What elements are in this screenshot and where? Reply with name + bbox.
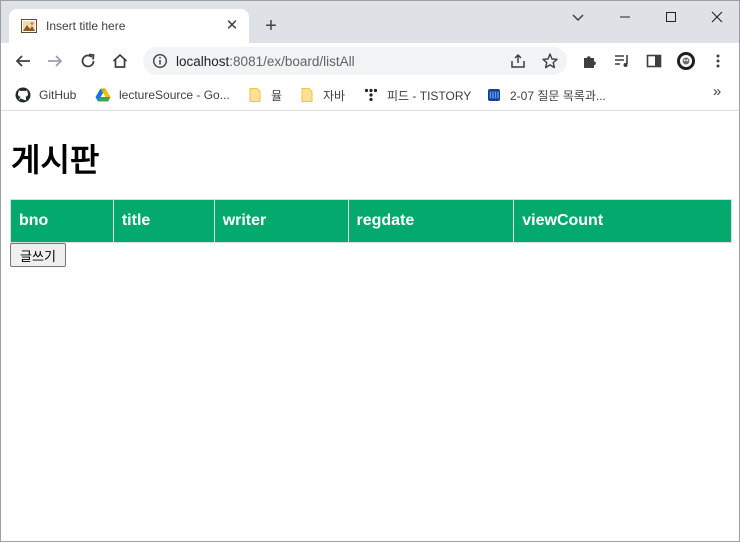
tab-search-chevron-icon[interactable] bbox=[569, 8, 587, 26]
column-header-regdate: regdate bbox=[347, 199, 515, 243]
bookmark-github[interactable]: GitHub bbox=[15, 85, 76, 105]
column-header-writer: writer bbox=[213, 199, 349, 243]
profile-avatar-icon[interactable] bbox=[676, 51, 696, 71]
bookmark-tistory[interactable]: 피드 - TISTORY bbox=[363, 85, 471, 105]
bookmark-lecture-source[interactable]: lectureSource - Go... bbox=[95, 85, 230, 105]
bookmark-label: lectureSource - Go... bbox=[119, 88, 230, 102]
extensions-puzzle-icon[interactable] bbox=[580, 51, 600, 71]
site-info-icon[interactable] bbox=[152, 53, 168, 69]
bookmark-label: 뮬 bbox=[271, 88, 283, 103]
tab-strip: Insert title here ✕ + bbox=[1, 1, 739, 43]
forward-arrow-icon[interactable] bbox=[45, 51, 65, 71]
bookmark-question-list[interactable]: 2-07 질문 목록과... bbox=[486, 85, 606, 105]
page-content: 게시판 bno title writer regdate viewCount 글… bbox=[1, 112, 739, 541]
url-path: :8081/ex/board/listAll bbox=[229, 54, 355, 69]
table-header-row: bno title writer regdate viewCount bbox=[10, 199, 732, 243]
bookmark-folder-java[interactable]: 자바 bbox=[299, 85, 345, 105]
menu-kebab-icon[interactable] bbox=[708, 51, 728, 71]
tab-close-icon[interactable]: ✕ bbox=[224, 18, 240, 34]
column-header-bno: bno bbox=[10, 199, 114, 243]
address-bar[interactable]: localhost:8081/ex/board/listAll bbox=[143, 47, 567, 75]
bookmark-label: 피드 - TISTORY bbox=[387, 88, 472, 103]
browser-toolbar: localhost:8081/ex/board/listAll bbox=[1, 43, 739, 79]
maximize-button[interactable] bbox=[648, 1, 694, 33]
board-table: bno title writer regdate viewCount bbox=[10, 199, 732, 243]
browser-window: Insert title here ✕ + localhost:8081/ex/… bbox=[0, 0, 740, 542]
tistory-icon bbox=[363, 87, 379, 103]
bookmark-star-icon[interactable] bbox=[541, 52, 559, 70]
bookmark-label: GitHub bbox=[39, 88, 77, 102]
column-header-title: title bbox=[112, 199, 215, 243]
bookmarks-overflow-icon[interactable]: » bbox=[709, 83, 725, 103]
column-header-viewcount: viewCount bbox=[513, 199, 732, 243]
home-icon[interactable] bbox=[110, 51, 130, 71]
share-icon[interactable] bbox=[509, 52, 527, 70]
bookmark-label: 2-07 질문 목록과... bbox=[510, 88, 606, 103]
media-control-icon[interactable] bbox=[612, 51, 632, 71]
minimize-button[interactable] bbox=[602, 1, 648, 33]
google-drive-icon bbox=[95, 87, 111, 103]
url-host: localhost bbox=[176, 54, 230, 69]
bookmark-book-icon bbox=[486, 87, 502, 103]
window-close-button[interactable] bbox=[694, 1, 739, 33]
github-icon bbox=[15, 87, 31, 103]
bookmarks-bar: GitHub lectureSource - Go... 뮬 자바 피드 - T… bbox=[1, 79, 739, 111]
bookmark-folder-mule[interactable]: 뮬 bbox=[247, 85, 282, 105]
side-panel-icon[interactable] bbox=[644, 51, 664, 71]
page-favicon-icon bbox=[21, 18, 37, 34]
folder-icon bbox=[299, 87, 315, 103]
bookmark-label: 자바 bbox=[323, 88, 346, 103]
back-arrow-icon[interactable] bbox=[13, 51, 33, 71]
reload-icon[interactable] bbox=[78, 51, 98, 71]
url-text[interactable]: localhost:8081/ex/board/listAll bbox=[176, 54, 355, 69]
tab-title: Insert title here bbox=[46, 19, 126, 33]
new-tab-button[interactable]: + bbox=[261, 16, 281, 36]
browser-tab[interactable]: Insert title here ✕ bbox=[9, 9, 249, 43]
write-post-button[interactable]: 글쓰기 bbox=[10, 243, 66, 267]
page-title: 게시판 bbox=[11, 141, 100, 179]
folder-icon bbox=[247, 87, 263, 103]
